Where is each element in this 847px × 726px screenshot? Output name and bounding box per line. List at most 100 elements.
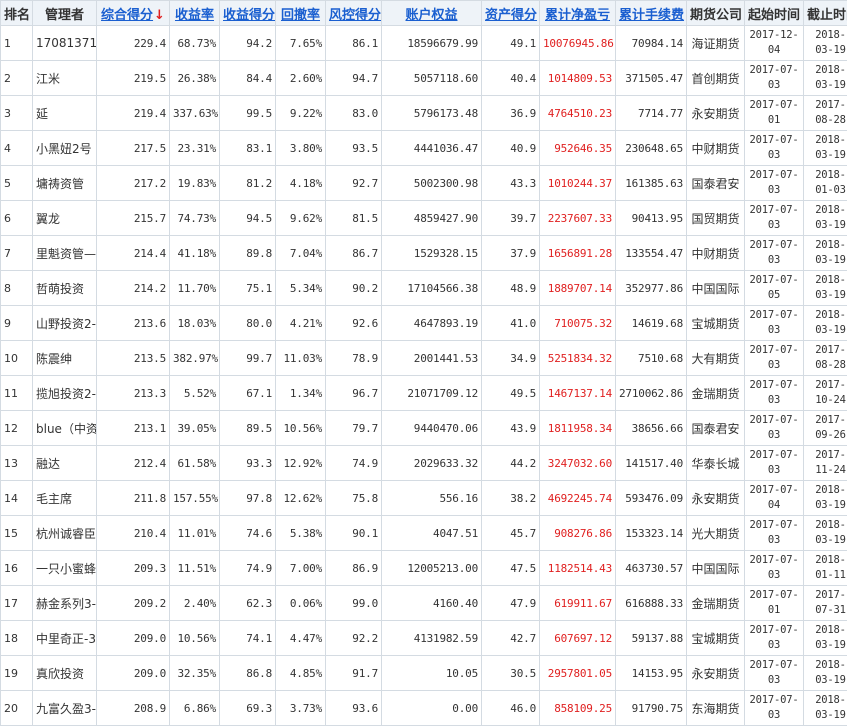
cell-manager[interactable]: blue（中资: [33, 411, 97, 446]
cell-net-profit: 2237607.33: [540, 201, 616, 236]
cell-manager[interactable]: 里魁资管—: [33, 236, 97, 271]
cell-broker: 中财期货: [687, 236, 745, 271]
cell-manager[interactable]: 赫金系列3-: [33, 586, 97, 621]
cell-end-date: 2018-03-19: [804, 656, 847, 691]
header-risk-score[interactable]: 风控得分: [326, 1, 382, 26]
header-return-score[interactable]: 收益得分: [220, 1, 276, 26]
cell-asset-score: 43.9: [482, 411, 540, 446]
sort-desc-icon[interactable]: ↓: [154, 8, 165, 23]
cell-fees: 133554.47: [616, 236, 687, 271]
cell-return-score: 81.2: [220, 166, 276, 201]
header-equity[interactable]: 账户权益: [382, 1, 482, 26]
cell-rank: 1: [1, 26, 33, 61]
cell-equity: 0.00: [382, 691, 482, 726]
header-asset-score[interactable]: 资产得分: [482, 1, 540, 26]
cell-fees: 90413.95: [616, 201, 687, 236]
header-composite-score[interactable]: 综合得分↓: [97, 1, 170, 26]
cell-equity: 5796173.48: [382, 96, 482, 131]
cell-rank: 11: [1, 376, 33, 411]
cell-manager[interactable]: 小黑妞2号: [33, 131, 97, 166]
cell-manager[interactable]: 江米: [33, 61, 97, 96]
cell-rank: 12: [1, 411, 33, 446]
cell-manager[interactable]: 170813717:: [33, 26, 97, 61]
cell-return-rate: 10.56%: [170, 621, 220, 656]
cell-return-rate: 41.18%: [170, 236, 220, 271]
cell-net-profit: 710075.32: [540, 306, 616, 341]
cell-fees: 14153.95: [616, 656, 687, 691]
cell-composite-score: 219.4: [97, 96, 170, 131]
cell-return-rate: 11.70%: [170, 271, 220, 306]
cell-composite-score: 211.8: [97, 481, 170, 516]
header-fees[interactable]: 累计手续费: [616, 1, 687, 26]
cell-fees: 161385.63: [616, 166, 687, 201]
cell-start-date: 2017-07-03: [745, 61, 804, 96]
cell-broker: 华泰长城: [687, 446, 745, 481]
cell-return-score: 94.2: [220, 26, 276, 61]
cell-end-date: 2018-03-19: [804, 26, 847, 61]
cell-return-score: 74.9: [220, 551, 276, 586]
cell-return-rate: 6.86%: [170, 691, 220, 726]
cell-composite-score: 209.0: [97, 656, 170, 691]
cell-risk-score: 78.9: [326, 341, 382, 376]
cell-fees: 593476.09: [616, 481, 687, 516]
cell-manager[interactable]: 陈震绅: [33, 341, 97, 376]
header-composite-score-label[interactable]: 综合得分: [101, 8, 153, 23]
cell-return-score: 99.5: [220, 96, 276, 131]
cell-manager[interactable]: 一只小蜜蜂: [33, 551, 97, 586]
cell-manager[interactable]: 哲萌投资: [33, 271, 97, 306]
header-drawdown[interactable]: 回撤率: [276, 1, 326, 26]
cell-rank: 18: [1, 621, 33, 656]
cell-end-date: 2018-03-19: [804, 201, 847, 236]
cell-start-date: 2017-07-03: [745, 341, 804, 376]
cell-manager[interactable]: 毛主席: [33, 481, 97, 516]
table-body: 1170813717:229.468.73%94.27.65%86.118596…: [1, 26, 847, 726]
cell-manager[interactable]: 杭州诚睿臣: [33, 516, 97, 551]
cell-return-rate: 68.73%: [170, 26, 220, 61]
table-row: 20九富久盈3-208.96.86%69.33.73%93.60.0046.08…: [1, 691, 847, 726]
cell-manager[interactable]: 山野投资2-: [33, 306, 97, 341]
header-return-rate[interactable]: 收益率: [170, 1, 220, 26]
cell-rank: 20: [1, 691, 33, 726]
cell-manager[interactable]: 融达: [33, 446, 97, 481]
cell-equity: 5057118.60: [382, 61, 482, 96]
cell-risk-score: 96.7: [326, 376, 382, 411]
cell-broker: 宝城期货: [687, 306, 745, 341]
cell-return-score: 74.1: [220, 621, 276, 656]
cell-asset-score: 43.3: [482, 166, 540, 201]
header-net-profit[interactable]: 累计净盈亏: [540, 1, 616, 26]
cell-drawdown: 4.21%: [276, 306, 326, 341]
cell-drawdown: 9.22%: [276, 96, 326, 131]
table-row: 1170813717:229.468.73%94.27.65%86.118596…: [1, 26, 847, 61]
cell-start-date: 2017-07-03: [745, 621, 804, 656]
cell-manager[interactable]: 翼龙: [33, 201, 97, 236]
cell-composite-score: 213.3: [97, 376, 170, 411]
cell-manager[interactable]: 真欣投资: [33, 656, 97, 691]
cell-manager[interactable]: 揽旭投资2-: [33, 376, 97, 411]
cell-asset-score: 44.2: [482, 446, 540, 481]
cell-composite-score: 219.5: [97, 61, 170, 96]
cell-drawdown: 2.60%: [276, 61, 326, 96]
cell-risk-score: 93.6: [326, 691, 382, 726]
cell-return-rate: 337.63%: [170, 96, 220, 131]
table-header-row: 排名 管理者 综合得分↓ 收益率 收益得分 回撤率 风控得分 账户权益 资产得分…: [1, 1, 847, 26]
cell-asset-score: 37.9: [482, 236, 540, 271]
cell-manager[interactable]: 九富久盈3-: [33, 691, 97, 726]
table-row: 2江米219.526.38%84.42.60%94.75057118.6040.…: [1, 61, 847, 96]
cell-manager[interactable]: 中里奇正-3: [33, 621, 97, 656]
cell-return-score: 83.1: [220, 131, 276, 166]
cell-composite-score: 214.4: [97, 236, 170, 271]
cell-risk-score: 94.7: [326, 61, 382, 96]
cell-net-profit: 3247032.60: [540, 446, 616, 481]
cell-composite-score: 217.5: [97, 131, 170, 166]
cell-net-profit: 4764510.23: [540, 96, 616, 131]
cell-fees: 59137.88: [616, 621, 687, 656]
cell-start-date: 2017-07-03: [745, 516, 804, 551]
cell-manager[interactable]: 墉祷资管: [33, 166, 97, 201]
cell-end-date: 2018-03-19: [804, 481, 847, 516]
cell-manager[interactable]: 延: [33, 96, 97, 131]
cell-risk-score: 93.5: [326, 131, 382, 166]
cell-net-profit: 2957801.05: [540, 656, 616, 691]
cell-net-profit: 1811958.34: [540, 411, 616, 446]
cell-risk-score: 86.9: [326, 551, 382, 586]
cell-start-date: 2017-07-03: [745, 376, 804, 411]
